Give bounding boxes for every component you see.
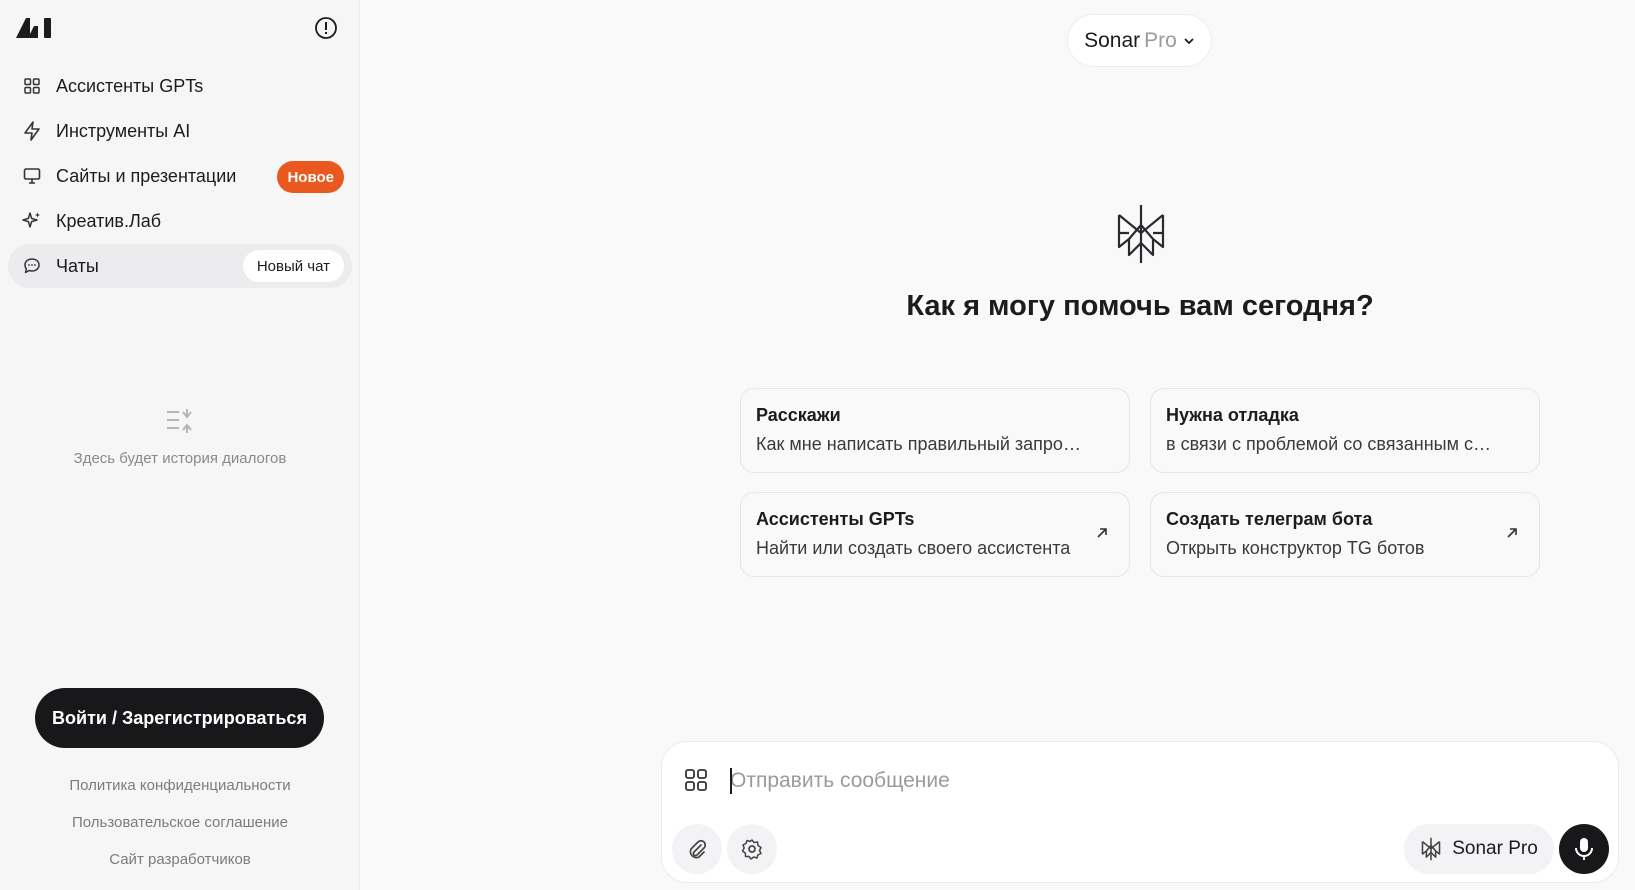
card-title: Ассистенты GPTs [756,509,915,529]
lightning-icon [22,121,42,141]
developer-site-link[interactable]: Сайт разработчиков [0,847,360,884]
new-chat-button[interactable]: Новый чат [242,250,344,282]
user-agreement-link[interactable]: Пользовательское соглашение [0,810,360,847]
sidebar-item-chats[interactable]: Чаты Новый чат [8,244,352,288]
attach-button[interactable] [672,824,722,874]
grid-icon [22,76,42,96]
message-input[interactable] [730,760,1590,802]
card-subtitle: Как мне написать правильный запрос в чат [756,434,1089,454]
chevron-down-icon [1184,37,1194,44]
suggestion-card-tell[interactable]: Расскажи Как мне написать правильный зап… [740,388,1130,473]
sparkle-icon [22,211,42,231]
settings-button[interactable] [727,824,777,874]
card-subtitle: в связи с проблемой со связанным списком [1166,434,1499,454]
card-subtitle: Открыть конструктор TG ботов [1166,538,1425,558]
model-suffix: Pro [1144,28,1177,52]
sidebar-item-label: Креатив.Лаб [56,210,162,231]
suggestion-card-assistants[interactable]: Ассистенты GPTs Найти или создать своего… [740,492,1130,577]
sidebar-item-label: Ассистенты GPTs [56,75,204,96]
text-caret [730,768,732,794]
model-selector[interactable]: Sonar Pro [1067,14,1212,67]
card-title: Создать телеграм бота [1166,509,1373,529]
apps-grid-icon[interactable] [684,768,708,792]
arrow-up-right-icon [1507,528,1517,538]
greeting-title: Как я могу помочь вам сегодня? [906,290,1374,322]
sidebar-item-label: Инструменты AI [56,120,191,141]
gear-icon [741,839,762,860]
footer-links: Политика конфиденциальности Пользователь… [0,773,360,884]
microphone-button[interactable] [1559,824,1609,874]
sidebar: Ассистенты GPTs Инструменты AI Сайты и п… [0,0,360,890]
card-title: Нужна отладка [1166,405,1299,425]
login-register-button[interactable]: Войти / Зарегистрироваться [35,688,324,748]
history-list-icon [167,409,192,433]
suggestion-card-telegram-bot[interactable]: Создать телеграм бота Открыть конструкто… [1150,492,1540,577]
privacy-policy-link[interactable]: Политика конфиденциальности [0,773,360,810]
model-chip-label: Sonar Pro [1452,838,1538,859]
sidebar-item-creativlab[interactable]: Креатив.Лаб [8,199,352,243]
model-chip-button[interactable]: Sonar Pro [1404,824,1554,874]
new-badge: Новое [277,161,344,193]
model-name: Sonar [1084,28,1141,52]
sidebar-item-tools[interactable]: Инструменты AI [8,109,352,153]
perplexity-small-icon [1421,837,1441,861]
sidebar-nav: Ассистенты GPTs Инструменты AI Сайты и п… [8,64,352,289]
suggestion-card-debug[interactable]: Нужна отладка в связи с проблемой со свя… [1150,388,1540,473]
card-subtitle: Найти или создать своего ассистента [756,538,1071,558]
empty-history: Здесь будет история диалогов [60,408,300,469]
sidebar-item-assistants[interactable]: Ассистенты GPTs [8,64,352,108]
sidebar-item-label: Чаты [56,255,99,276]
sidebar-item-label: Сайты и презентации [56,165,237,186]
sidebar-item-sites[interactable]: Сайты и презентации Новое [8,154,352,198]
arrow-up-right-icon [1097,528,1107,538]
logo-icon[interactable] [16,16,54,40]
card-title: Расскажи [756,405,841,425]
info-alert-icon[interactable] [314,16,338,40]
empty-history-text: Здесь будет история диалогов [73,450,287,467]
microphone-icon [1575,838,1593,860]
perplexity-logo-icon [1117,205,1165,263]
monitor-icon [22,166,42,186]
paperclip-icon [689,839,707,859]
message-composer: Sonar Pro [661,741,1619,883]
chat-bubble-icon [22,256,42,276]
